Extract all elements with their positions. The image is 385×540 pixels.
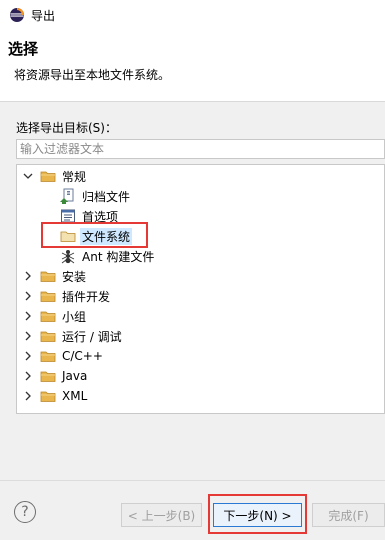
title-bar: 导出 — [0, 0, 385, 30]
export-target-label: 选择导出目标(S)： — [16, 121, 117, 135]
chevron-right-icon[interactable] — [22, 390, 34, 402]
tree-item-general[interactable]: 常规 — [22, 166, 88, 186]
tree-item-label: Ant 构建文件 — [82, 249, 155, 264]
filter-input[interactable] — [16, 139, 385, 159]
chevron-right-icon[interactable] — [22, 270, 34, 282]
tree-item-label: Java — [62, 369, 88, 383]
tree-item-java[interactable]: Java — [22, 366, 89, 386]
folder-icon — [40, 348, 56, 364]
folder-icon — [40, 388, 56, 404]
folder-icon — [40, 288, 56, 304]
tree-item-archive-file[interactable]: 归档文件 — [60, 186, 132, 206]
tree-item-install[interactable]: 安装 — [22, 266, 88, 286]
chevron-right-icon[interactable] — [22, 290, 34, 302]
tree-item-file-system[interactable]: 文件系统 — [60, 226, 133, 246]
ant-icon — [60, 248, 76, 264]
tree-item-ant-build-file[interactable]: Ant 构建文件 — [60, 246, 156, 266]
back-button[interactable]: < 上一步(B) — [121, 503, 202, 527]
eclipse-icon — [9, 7, 25, 23]
folder-icon — [40, 328, 56, 344]
tree-item-label: 归档文件 — [82, 189, 131, 204]
tree-item-label: 首选项 — [82, 209, 119, 224]
folder-icon — [40, 308, 56, 324]
folder-icon — [40, 268, 56, 284]
tree-item-label: 运行 / 调试 — [62, 329, 122, 344]
chevron-down-icon[interactable] — [22, 170, 34, 182]
tree-item-plugin-development[interactable]: 插件开发 — [22, 286, 112, 306]
tree-item-label: 安装 — [62, 269, 87, 284]
tree-item-label: 小组 — [62, 309, 87, 324]
tree-item-xml[interactable]: XML — [22, 386, 89, 406]
chevron-right-icon[interactable] — [22, 370, 34, 382]
tree-item-label: C/C++ — [62, 349, 103, 363]
tree-item-preferences[interactable]: 首选项 — [60, 206, 120, 226]
tree-item-team[interactable]: 小组 — [22, 306, 88, 326]
chevron-right-icon[interactable] — [22, 330, 34, 342]
next-button[interactable]: 下一步(N) > — [213, 503, 302, 527]
export-target-tree[interactable]: 常规 归档文件 首选项 文件系统 Ant 构建文件 安装 插件开发 小组 运行 … — [16, 164, 385, 414]
chevron-right-icon[interactable] — [22, 350, 34, 362]
folder-icon — [40, 368, 56, 384]
tree-item-label: 文件系统 — [80, 227, 133, 245]
folder-icon — [40, 168, 56, 184]
tree-item-label: 常规 — [62, 169, 87, 184]
page-description: 将资源导出至本地文件系统。 — [14, 68, 171, 82]
preferences-icon — [60, 208, 76, 224]
tree-item-run-debug[interactable]: 运行 / 调试 — [22, 326, 124, 346]
page-title: 选择 — [8, 40, 39, 58]
export-dialog: 导出 选择 将资源导出至本地文件系统。 选择导出目标(S)： 常规 — [0, 0, 385, 540]
folder-icon — [60, 228, 76, 244]
tree-item-c-cpp[interactable]: C/C++ — [22, 346, 105, 366]
tree-item-label: XML — [62, 389, 88, 403]
window-title: 导出 — [31, 8, 56, 23]
help-icon[interactable]: ? — [14, 501, 36, 523]
wizard-banner: 选择 将资源导出至本地文件系统。 — [0, 30, 385, 102]
footer-divider — [0, 480, 385, 481]
tree-item-label: 插件开发 — [62, 289, 111, 304]
chevron-right-icon[interactable] — [22, 310, 34, 322]
finish-button[interactable]: 完成(F) — [312, 503, 385, 527]
archive-file-icon — [60, 188, 76, 204]
